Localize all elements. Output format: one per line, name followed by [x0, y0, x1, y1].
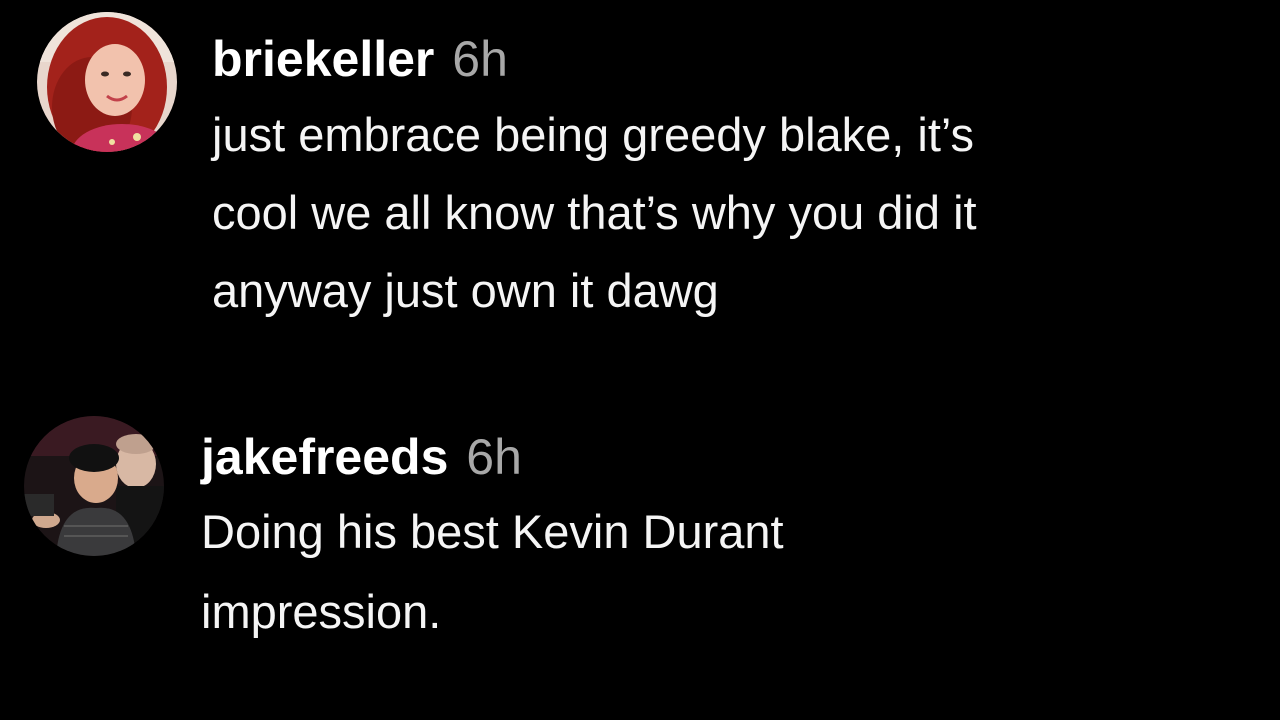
comment-body: briekeller 6h just embrace being greedy … [212, 30, 977, 330]
avatar-image [24, 416, 164, 556]
comment-header: jakefreeds 6h [201, 428, 784, 486]
avatar[interactable] [37, 12, 177, 152]
comment-text: just embrace being greedy blake, it’s co… [212, 108, 977, 317]
timestamp: 6h [466, 429, 522, 485]
comment-header: briekeller 6h [212, 30, 977, 88]
username[interactable]: briekeller [212, 31, 434, 87]
comment-text: Doing his best Kevin Durant impression. [201, 505, 784, 638]
avatar-image [37, 12, 177, 152]
username[interactable]: jakefreeds [201, 429, 448, 485]
avatar[interactable] [24, 416, 164, 556]
comment-body: jakefreeds 6h Doing his best Kevin Duran… [201, 428, 784, 652]
timestamp: 6h [452, 31, 508, 87]
